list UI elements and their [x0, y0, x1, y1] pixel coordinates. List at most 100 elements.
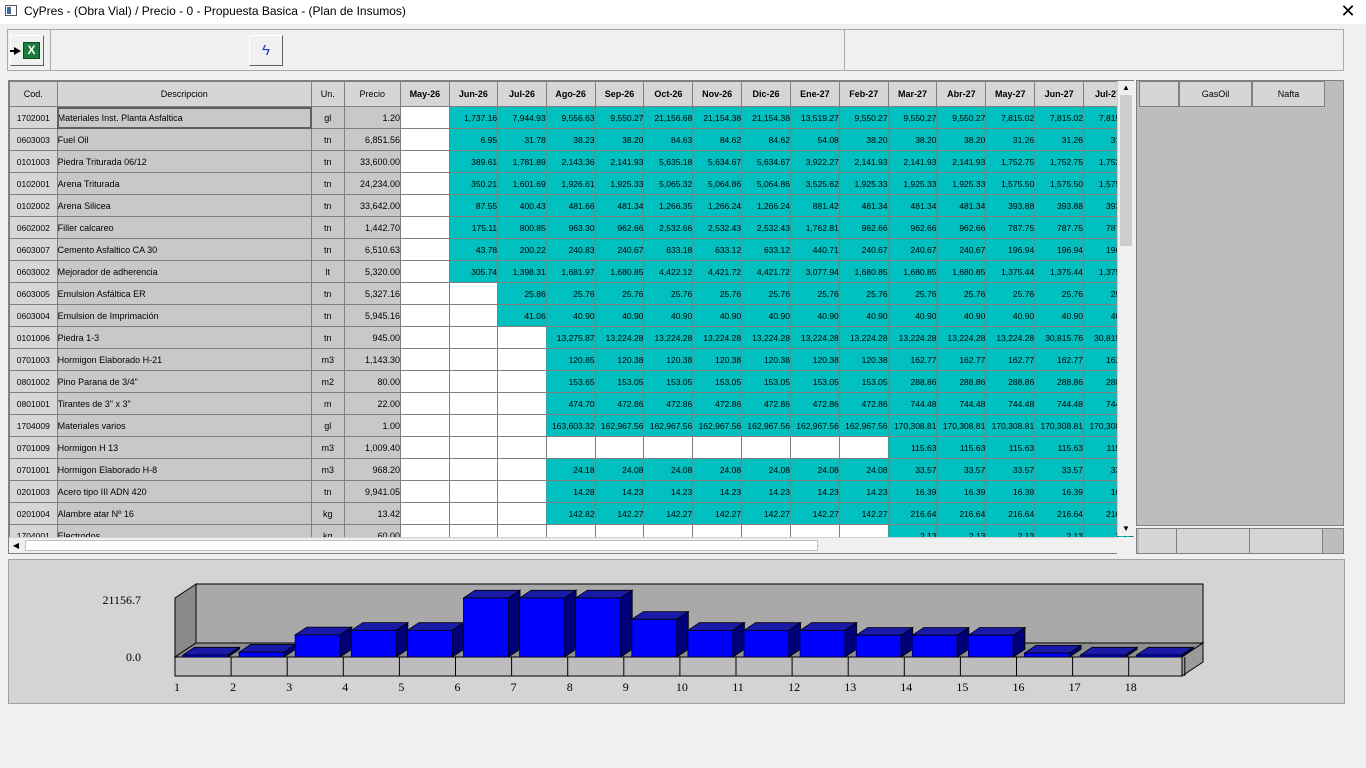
row-month-value[interactable]: 120.38	[692, 348, 743, 371]
row-month-value[interactable]	[400, 238, 450, 261]
row-month-value[interactable]	[448, 436, 499, 459]
row-month-value[interactable]: 142.27	[692, 502, 743, 525]
row-month-value[interactable]	[400, 106, 450, 129]
row-description[interactable]: Arena Silicea	[56, 194, 313, 217]
row-month-value[interactable]: 240.83	[545, 238, 596, 261]
row-month-value[interactable]: 25.76	[692, 282, 743, 305]
row-month-value[interactable]	[400, 194, 450, 217]
horizontal-scrollbar[interactable]: ◀	[9, 537, 1117, 553]
row-month-value[interactable]	[400, 458, 450, 481]
row-month-value[interactable]: 288.86	[936, 370, 987, 393]
row-month-value[interactable]: 474.70	[545, 392, 596, 415]
row-month-value[interactable]: 120.85	[545, 348, 596, 371]
row-month-value[interactable]	[497, 392, 547, 415]
col-header-month[interactable]: Sep-26	[594, 81, 645, 107]
row-month-value[interactable]: 153.05	[838, 370, 889, 393]
row-price[interactable]: 6,851.56	[343, 128, 402, 151]
row-month-value[interactable]: 33.57	[887, 458, 938, 481]
row-month-value[interactable]: 5,064.86	[692, 172, 743, 195]
row-month-value[interactable]: 33.57	[1034, 458, 1085, 481]
row-month-value[interactable]: 25.76	[741, 282, 791, 305]
row-month-value[interactable]: 14.23	[838, 480, 889, 503]
table-row[interactable]: 0101003 Piedra Triturada 06/12 tn 33,600.00…	[9, 150, 1133, 173]
row-unit[interactable]: tn	[311, 238, 345, 261]
row-description[interactable]: Acero tipo III ADN 420	[56, 480, 313, 503]
row-month-value[interactable]	[789, 436, 840, 459]
row-month-value[interactable]: 142.27	[741, 502, 791, 525]
table-row[interactable]: 0701001 Hormigon Elaborado H-8 m3 968.20 24.…	[9, 458, 1133, 481]
row-month-value[interactable]	[448, 414, 499, 437]
row-month-value[interactable]: 38.20	[936, 128, 987, 151]
row-unit[interactable]: m	[311, 392, 345, 415]
row-code[interactable]: 0701003	[9, 348, 58, 371]
row-month-value[interactable]: 962.66	[594, 216, 645, 239]
row-month-value[interactable]: 1,925.33	[838, 172, 889, 195]
row-month-value[interactable]: 21,156.68	[643, 106, 694, 129]
row-unit[interactable]: gl	[311, 106, 345, 129]
table-row[interactable]: 0602002 Filler calcareo tn 1,442.70 175.11 80…	[9, 216, 1133, 239]
row-month-value[interactable]: 13,224.28	[838, 326, 889, 349]
row-month-value[interactable]	[497, 436, 547, 459]
row-month-value[interactable]: 153.05	[789, 370, 840, 393]
row-code[interactable]: 0701001	[9, 458, 58, 481]
row-month-value[interactable]: 1,752.75	[1034, 150, 1085, 173]
row-month-value[interactable]: 5,635.18	[643, 150, 694, 173]
row-month-value[interactable]: 40.90	[887, 304, 938, 327]
row-month-value[interactable]: 24.08	[741, 458, 791, 481]
row-month-value[interactable]: 393.88	[1034, 194, 1085, 217]
row-month-value[interactable]: 40.90	[741, 304, 791, 327]
row-description[interactable]: Alambre atar Nº 16	[56, 502, 313, 525]
row-month-value[interactable]: 962.66	[887, 216, 938, 239]
row-month-value[interactable]: 38.20	[838, 128, 889, 151]
row-month-value[interactable]: 14.28	[545, 480, 596, 503]
row-month-value[interactable]: 14.23	[643, 480, 694, 503]
row-month-value[interactable]: 1,926.61	[545, 172, 596, 195]
row-month-value[interactable]: 633.18	[643, 238, 694, 261]
row-month-value[interactable]	[400, 128, 450, 151]
row-code[interactable]: 0603003	[9, 128, 58, 151]
row-month-value[interactable]: 2,532.43	[692, 216, 743, 239]
row-month-value[interactable]: 2,143.36	[545, 150, 596, 173]
row-month-value[interactable]	[448, 458, 499, 481]
row-description[interactable]: Arena Triturada	[56, 172, 313, 195]
row-unit[interactable]: tn	[311, 194, 345, 217]
row-code[interactable]: 1704009	[9, 414, 58, 437]
row-month-value[interactable]: 1,266.24	[741, 194, 791, 217]
row-month-value[interactable]: 1,680.85	[838, 260, 889, 283]
row-month-value[interactable]	[400, 172, 450, 195]
row-unit[interactable]: tn	[311, 480, 345, 503]
row-month-value[interactable]: 21,154.38	[741, 106, 791, 129]
row-month-value[interactable]: 170,308.81	[936, 414, 987, 437]
row-price[interactable]: 24,234.00	[343, 172, 402, 195]
row-month-value[interactable]: 13,275.87	[545, 326, 596, 349]
row-month-value[interactable]: 1,737.16	[448, 106, 499, 129]
row-code[interactable]: 0603007	[9, 238, 58, 261]
row-month-value[interactable]	[448, 304, 499, 327]
row-month-value[interactable]: 963.30	[545, 216, 596, 239]
row-month-value[interactable]: 24.08	[838, 458, 889, 481]
col-header-month[interactable]: Jun-27	[1034, 81, 1085, 107]
row-unit[interactable]: tn	[311, 216, 345, 239]
row-price[interactable]: 22.00	[343, 392, 402, 415]
row-month-value[interactable]: 962.66	[936, 216, 987, 239]
row-month-value[interactable]	[497, 326, 547, 349]
row-month-value[interactable]: 13,224.28	[741, 326, 791, 349]
row-month-value[interactable]	[497, 370, 547, 393]
row-month-value[interactable]: 38.20	[594, 128, 645, 151]
row-month-value[interactable]: 240.67	[594, 238, 645, 261]
row-month-value[interactable]: 962.66	[838, 216, 889, 239]
row-month-value[interactable]: 13,224.28	[936, 326, 987, 349]
row-unit[interactable]: m2	[311, 370, 345, 393]
row-month-value[interactable]: 170,308.81	[887, 414, 938, 437]
row-month-value[interactable]: 142.27	[838, 502, 889, 525]
row-month-value[interactable]: 14.23	[594, 480, 645, 503]
row-code[interactable]: 0201003	[9, 480, 58, 503]
row-month-value[interactable]	[400, 326, 450, 349]
row-month-value[interactable]: 1,375.44	[985, 260, 1036, 283]
row-month-value[interactable]: 153.05	[643, 370, 694, 393]
row-month-value[interactable]: 1,266.35	[643, 194, 694, 217]
row-month-value[interactable]: 14.23	[741, 480, 791, 503]
row-month-value[interactable]: 163,603.32	[545, 414, 596, 437]
row-unit[interactable]: gl	[311, 414, 345, 437]
row-month-value[interactable]: 40.90	[594, 304, 645, 327]
